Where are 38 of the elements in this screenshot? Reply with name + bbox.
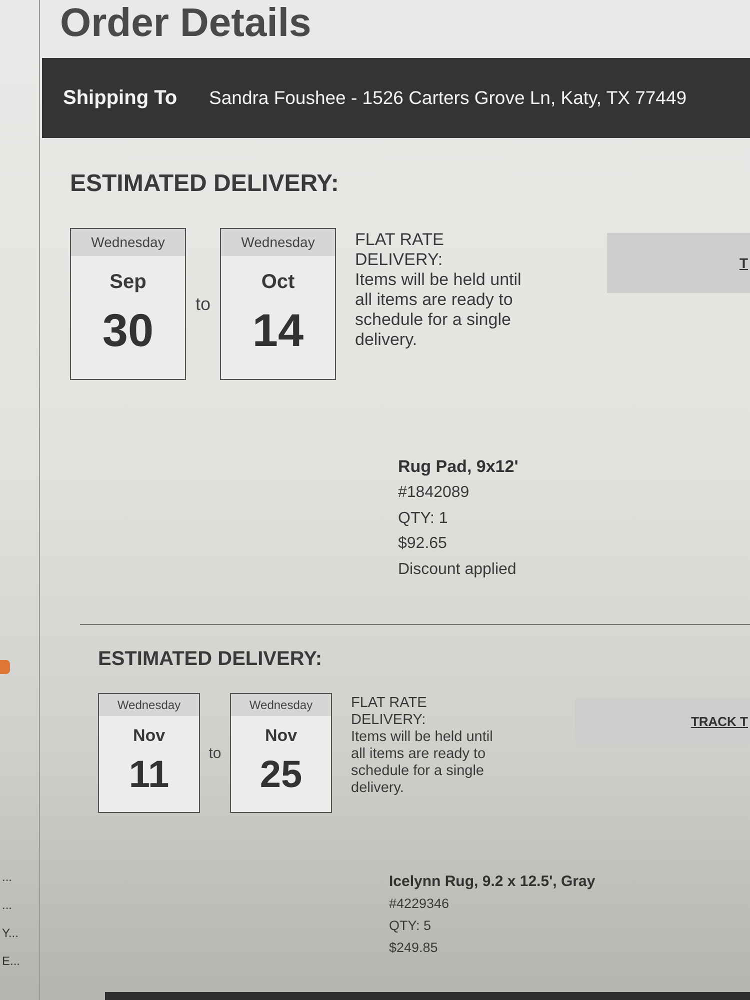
month-label: Nov xyxy=(132,726,166,746)
delivery-note: Items will be held until all items are ready to schedule for a single delivery. xyxy=(351,729,494,797)
delivery-method: FLAT RATE DELIVERY: xyxy=(351,695,428,729)
day-number: 14 xyxy=(252,304,304,356)
product-quantity: QTY: 5 xyxy=(389,917,432,935)
track-button[interactable]: T xyxy=(607,233,750,293)
weekday-label: Wednesday xyxy=(99,694,199,716)
shipping-label: Shipping To xyxy=(63,86,178,110)
sidebar-item[interactable]: ... xyxy=(0,898,39,912)
product-name: Rug Pad, 9x12' xyxy=(398,456,520,478)
discount-note: Discount applied xyxy=(398,560,518,580)
sidebar-item[interactable]: Y... xyxy=(0,926,39,940)
shipping-address: Sandra Foushee - 1526 Carters Grove Ln, Katy, TX 77449 xyxy=(209,87,687,109)
product-price: $92.65 xyxy=(398,534,448,554)
month-label: Oct xyxy=(261,270,295,294)
sidebar-item[interactable]: ... xyxy=(0,870,39,884)
page-title: Order Details xyxy=(60,0,312,46)
day-number: 25 xyxy=(260,754,302,796)
delivery-note: Items will be held until all items are ready to schedule for a single delivery. xyxy=(355,270,522,350)
sidebar-item[interactable]: E... xyxy=(0,954,39,968)
product-sku: #1842089 xyxy=(398,483,470,503)
weekday-label: Wednesday xyxy=(221,229,335,256)
month-label: Sep xyxy=(110,270,146,294)
range-separator: to xyxy=(208,744,222,762)
delivery-method: FLAT RATE DELIVERY: xyxy=(355,230,445,270)
weekday-label: Wednesday xyxy=(231,694,331,716)
product-price: $249.85 xyxy=(389,939,439,957)
delivery-heading: ESTIMATED DELIVERY: xyxy=(98,647,324,671)
product-name: Icelynn Rug, 9.2 x 12.5', Gray xyxy=(389,872,596,892)
badge-icon xyxy=(0,660,10,674)
day-number: 11 xyxy=(128,754,170,796)
product-sku: #4229346 xyxy=(389,895,450,913)
range-separator: to xyxy=(194,294,212,314)
month-label: Nov xyxy=(264,726,298,746)
product-quantity: QTY: 1 xyxy=(398,508,449,528)
day-number: 30 xyxy=(102,304,154,356)
weekday-label: Wednesday xyxy=(71,229,185,256)
delivery-heading: ESTIMATED DELIVERY: xyxy=(70,170,340,198)
